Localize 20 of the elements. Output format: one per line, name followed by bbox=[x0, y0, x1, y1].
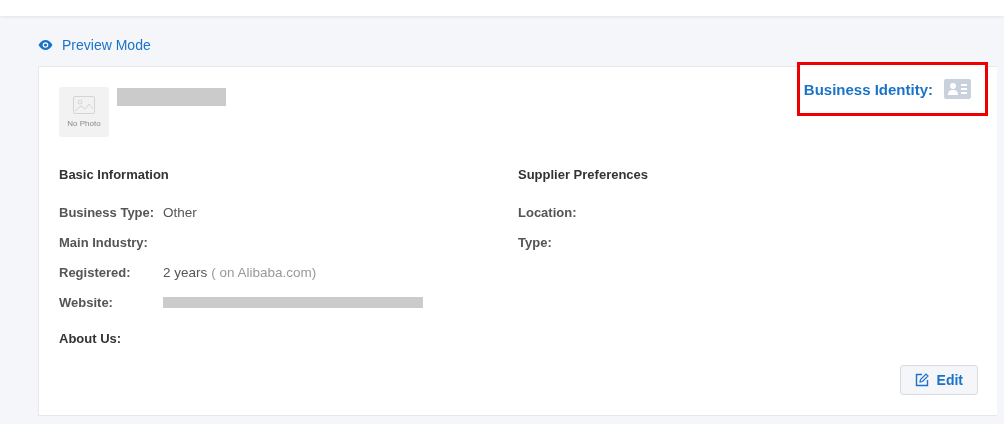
field-label: Main Industry: bbox=[59, 234, 149, 250]
edit-icon bbox=[914, 373, 929, 387]
business-identity-label[interactable]: Business Identity: bbox=[803, 80, 933, 98]
field-label: Website: bbox=[59, 294, 114, 310]
section-title: Basic Information bbox=[59, 167, 170, 184]
field-value: 2 years bbox=[163, 264, 208, 280]
field-label: Registered: bbox=[59, 264, 132, 280]
field-label: Type: bbox=[518, 234, 553, 250]
id-card-icon bbox=[944, 79, 971, 99]
preview-mode-link[interactable]: Preview Mode bbox=[62, 37, 151, 53]
section-title: Supplier Preferences bbox=[518, 167, 650, 184]
edit-button[interactable]: Edit bbox=[899, 365, 978, 395]
field-label: Business Type: bbox=[59, 204, 156, 220]
no-photo-text: No Photo bbox=[67, 119, 101, 128]
field-value: Other bbox=[163, 204, 197, 220]
field-label: Location: bbox=[518, 204, 578, 220]
image-icon bbox=[73, 96, 95, 114]
about-us-label: About Us: bbox=[58, 330, 123, 346]
eye-icon bbox=[38, 40, 53, 50]
field-note: ( on Alibaba.com) bbox=[211, 264, 317, 280]
